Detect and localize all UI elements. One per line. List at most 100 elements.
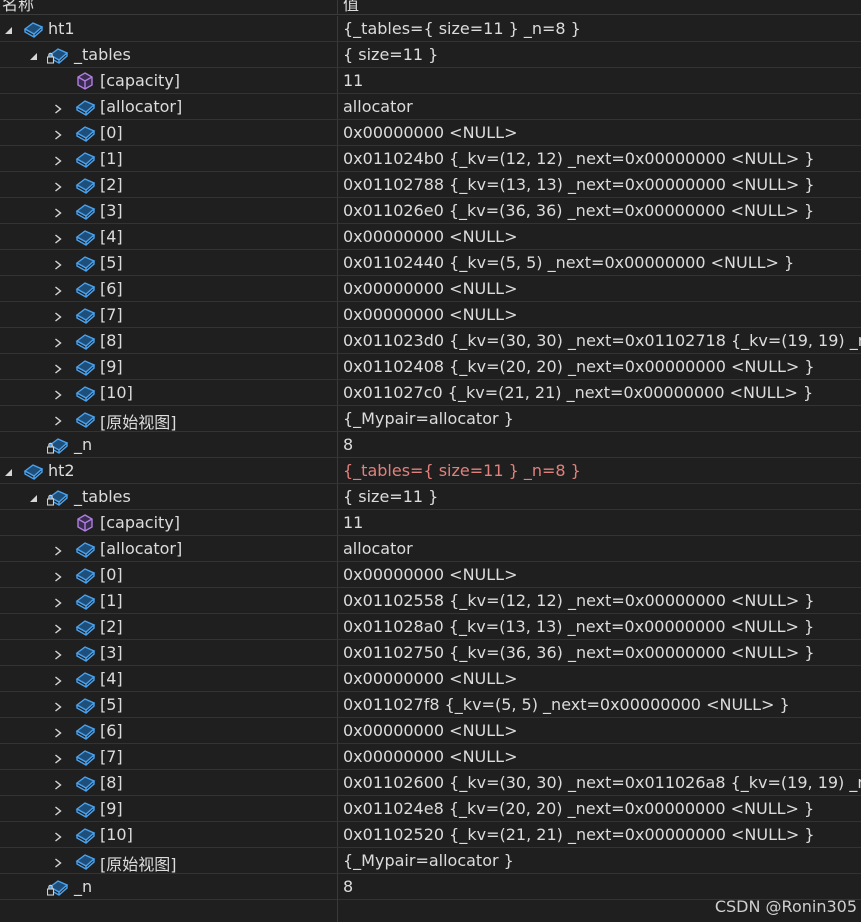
watch-row[interactable]: [3] 0x011026e0 {_kv=(36, 36) _next=0x0000…: [0, 198, 861, 224]
collapsed-arrow-icon[interactable]: [52, 256, 64, 270]
value-cell[interactable]: 0x011024b0 {_kv=(12, 12) _next=0x0000000…: [339, 146, 861, 171]
value-cell[interactable]: allocator: [339, 94, 861, 119]
name-cell[interactable]: [capacity]: [0, 68, 338, 93]
watch-row[interactable]: [9] 0x011024e8 {_kv=(20, 20) _next=0x0000…: [0, 796, 861, 822]
collapsed-arrow-icon[interactable]: [52, 334, 64, 348]
watch-row[interactable]: _tables { size=11 }: [0, 484, 861, 510]
value-cell[interactable]: 0x011027c0 {_kv=(21, 21) _next=0x0000000…: [339, 380, 861, 405]
value-cell[interactable]: 0x00000000 <NULL>: [339, 718, 861, 743]
watch-row[interactable]: [7] 0x00000000 <NULL>: [0, 744, 861, 770]
value-cell[interactable]: 11: [339, 510, 861, 535]
value-cell[interactable]: 8: [339, 874, 861, 899]
watch-row[interactable]: [3] 0x01102750 {_kv=(36, 36) _next=0x0000…: [0, 640, 861, 666]
value-cell[interactable]: {_tables={ size=11 } _n=8 }: [339, 16, 861, 41]
value-column-header[interactable]: 值: [339, 0, 861, 15]
watch-row[interactable]: [capacity] 11: [0, 510, 861, 536]
watch-row[interactable]: [0] 0x00000000 <NULL>: [0, 562, 861, 588]
value-cell[interactable]: 0x01102440 {_kv=(5, 5) _next=0x00000000 …: [339, 250, 861, 275]
value-cell[interactable]: 0x01102750 {_kv=(36, 36) _next=0x0000000…: [339, 640, 861, 665]
name-cell[interactable]: _n: [0, 432, 338, 457]
watch-row[interactable]: [allocator] allocator: [0, 94, 861, 120]
value-cell[interactable]: 8: [339, 432, 861, 457]
value-cell[interactable]: 0x01102520 {_kv=(21, 21) _next=0x0000000…: [339, 822, 861, 847]
collapsed-arrow-icon[interactable]: [52, 412, 64, 426]
collapsed-arrow-icon[interactable]: [52, 594, 64, 608]
name-cell[interactable]: [7]: [0, 744, 338, 769]
name-cell[interactable]: [0]: [0, 120, 338, 145]
watch-row[interactable]: ht2 {_tables={ size=11 } _n=8 }: [0, 458, 861, 484]
watch-row[interactable]: [5] 0x011027f8 {_kv=(5, 5) _next=0x000000…: [0, 692, 861, 718]
watch-row[interactable]: [4] 0x00000000 <NULL>: [0, 224, 861, 250]
collapsed-arrow-icon[interactable]: [52, 282, 64, 296]
collapsed-arrow-icon[interactable]: [52, 542, 64, 556]
watch-row[interactable]: [原始视图] {_Mypair=allocator }: [0, 848, 861, 874]
watch-row[interactable]: _n 8: [0, 432, 861, 458]
watch-row[interactable]: [4] 0x00000000 <NULL>: [0, 666, 861, 692]
watch-row[interactable]: [0] 0x00000000 <NULL>: [0, 120, 861, 146]
collapsed-arrow-icon[interactable]: [52, 204, 64, 218]
name-cell[interactable]: [8]: [0, 770, 338, 795]
value-cell[interactable]: { size=11 }: [339, 484, 861, 509]
name-cell[interactable]: [10]: [0, 380, 338, 405]
value-cell[interactable]: 0x00000000 <NULL>: [339, 302, 861, 327]
collapsed-arrow-icon[interactable]: [52, 100, 64, 114]
name-cell[interactable]: [1]: [0, 146, 338, 171]
name-cell[interactable]: [allocator]: [0, 536, 338, 561]
watch-row[interactable]: [5] 0x01102440 {_kv=(5, 5) _next=0x000000…: [0, 250, 861, 276]
collapsed-arrow-icon[interactable]: [52, 152, 64, 166]
name-cell[interactable]: ht1: [0, 16, 338, 41]
empty-name-cell[interactable]: [0, 898, 338, 922]
watch-row[interactable]: [7] 0x00000000 <NULL>: [0, 302, 861, 328]
value-cell[interactable]: { size=11 }: [339, 42, 861, 67]
name-cell[interactable]: [原始视图]: [0, 848, 338, 874]
name-cell[interactable]: [capacity]: [0, 510, 338, 535]
name-column-header[interactable]: 名称: [0, 0, 338, 15]
name-cell[interactable]: [2]: [0, 614, 338, 639]
collapsed-arrow-icon[interactable]: [52, 776, 64, 790]
collapsed-arrow-icon[interactable]: [52, 386, 64, 400]
value-cell[interactable]: 0x011024e8 {_kv=(20, 20) _next=0x0000000…: [339, 796, 861, 821]
value-cell[interactable]: {_tables={ size=11 } _n=8 }: [339, 458, 861, 483]
collapsed-arrow-icon[interactable]: [52, 724, 64, 738]
value-cell[interactable]: 0x00000000 <NULL>: [339, 276, 861, 301]
value-cell[interactable]: {_Mypair=allocator }: [339, 848, 861, 873]
collapsed-arrow-icon[interactable]: [52, 568, 64, 582]
collapsed-arrow-icon[interactable]: [52, 178, 64, 192]
name-cell[interactable]: [0]: [0, 562, 338, 587]
name-cell[interactable]: [2]: [0, 172, 338, 197]
name-cell[interactable]: [10]: [0, 822, 338, 847]
name-cell[interactable]: _tables: [0, 42, 338, 67]
name-cell[interactable]: _n: [0, 874, 338, 899]
collapsed-arrow-icon[interactable]: [52, 126, 64, 140]
name-cell[interactable]: [allocator]: [0, 94, 338, 119]
collapsed-arrow-icon[interactable]: [52, 620, 64, 634]
name-cell[interactable]: [6]: [0, 718, 338, 743]
name-cell[interactable]: [4]: [0, 666, 338, 691]
watch-row[interactable]: [10] 0x01102520 {_kv=(21, 21) _next=0x000…: [0, 822, 861, 848]
name-cell[interactable]: _tables: [0, 484, 338, 509]
watch-row[interactable]: ht1 {_tables={ size=11 } _n=8 }: [0, 16, 861, 42]
value-cell[interactable]: 0x00000000 <NULL>: [339, 224, 861, 249]
watch-row[interactable]: [2] 0x011028a0 {_kv=(13, 13) _next=0x0000…: [0, 614, 861, 640]
value-cell[interactable]: 0x011027f8 {_kv=(5, 5) _next=0x00000000 …: [339, 692, 861, 717]
watch-row[interactable]: [8] 0x01102600 {_kv=(30, 30) _next=0x0110…: [0, 770, 861, 796]
collapsed-arrow-icon[interactable]: [52, 698, 64, 712]
value-cell[interactable]: 0x011023d0 {_kv=(30, 30) _next=0x0110271…: [339, 328, 861, 353]
expanded-arrow-icon[interactable]: [28, 490, 40, 502]
watch-row[interactable]: [8] 0x011023d0 {_kv=(30, 30) _next=0x0110…: [0, 328, 861, 354]
watch-row[interactable]: [allocator] allocator: [0, 536, 861, 562]
name-cell[interactable]: [1]: [0, 588, 338, 613]
collapsed-arrow-icon[interactable]: [52, 802, 64, 816]
value-cell[interactable]: 0x01102788 {_kv=(13, 13) _next=0x0000000…: [339, 172, 861, 197]
collapsed-arrow-icon[interactable]: [52, 854, 64, 868]
watch-row[interactable]: [2] 0x01102788 {_kv=(13, 13) _next=0x0000…: [0, 172, 861, 198]
collapsed-arrow-icon[interactable]: [52, 828, 64, 842]
watch-row[interactable]: [1] 0x01102558 {_kv=(12, 12) _next=0x0000…: [0, 588, 861, 614]
name-cell[interactable]: [6]: [0, 276, 338, 301]
value-cell[interactable]: 0x01102558 {_kv=(12, 12) _next=0x0000000…: [339, 588, 861, 613]
watch-row[interactable]: [capacity] 11: [0, 68, 861, 94]
name-cell[interactable]: [原始视图]: [0, 406, 338, 432]
name-cell[interactable]: ht2: [0, 458, 338, 483]
name-cell[interactable]: [3]: [0, 640, 338, 665]
value-cell[interactable]: allocator: [339, 536, 861, 561]
